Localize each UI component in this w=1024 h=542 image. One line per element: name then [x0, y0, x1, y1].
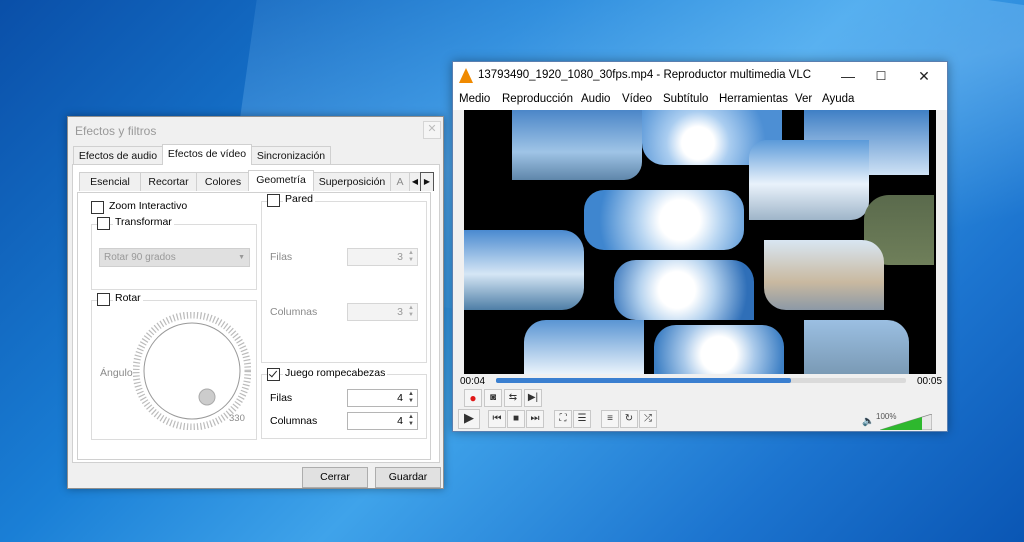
speaker-icon[interactable]: 🔈 [862, 416, 874, 427]
loop-icon[interactable]: ↻ [620, 410, 638, 428]
wall-rows-label: Filas [270, 251, 293, 263]
puzzle-rows-label: Filas [270, 392, 293, 404]
subtab-crop[interactable]: Recortar [140, 172, 197, 191]
stepper-arrows-icon[interactable]: ▲ ▼ [406, 250, 416, 264]
wall-rows-value: 3 [397, 251, 403, 263]
seek-progress [496, 378, 792, 383]
close-icon[interactable]: ✕ [909, 67, 939, 85]
transform-checkbox[interactable] [97, 217, 110, 230]
subtab-colors[interactable]: Colores [196, 172, 250, 191]
transform-combo[interactable]: Rotar 90 grados ▼ [99, 248, 250, 267]
puzzle-cols-label: Columnas [270, 415, 318, 427]
tab-synchronization[interactable]: Sincronización [251, 146, 331, 165]
subtab-more[interactable]: A [390, 172, 410, 191]
puzzle-piece [764, 240, 884, 310]
frame-step-icon[interactable]: ▶| [524, 389, 542, 407]
puzzle-checkbox[interactable] [267, 368, 280, 381]
angle-label: Ángulo [100, 367, 133, 379]
puzzle-cols-value: 4 [397, 415, 403, 427]
puzzle-piece [524, 320, 644, 374]
zoom-checkbox[interactable] [91, 201, 104, 214]
loop-ab-icon[interactable]: ⇆ [504, 389, 522, 407]
minimize-icon[interactable]: — [833, 67, 863, 85]
puzzle-piece [804, 320, 909, 374]
transform-label: Transformar [113, 216, 174, 228]
angle-value: 330 [229, 413, 245, 424]
menu-audio[interactable]: Audio [581, 93, 610, 105]
rotate-label: Rotar [113, 292, 143, 304]
rotate-checkbox[interactable] [97, 293, 110, 306]
previous-icon[interactable]: ⏮ [488, 410, 506, 428]
stepper-arrows-icon[interactable]: ▲ ▼ [406, 305, 416, 319]
record-icon[interactable]: ● [464, 389, 482, 407]
time-total: 00:05 [917, 376, 943, 387]
puzzle-piece [512, 110, 642, 180]
menu-view[interactable]: Ver [795, 93, 812, 105]
wall-cols-stepper[interactable]: 3 ▲ ▼ [347, 303, 418, 321]
geometry-page: Zoom Interactivo Transformar Rotar 90 gr… [77, 192, 431, 460]
subtab-geometry[interactable]: Geometría [248, 170, 314, 191]
menu-media[interactable]: Medio [459, 93, 490, 105]
playlist-icon[interactable]: ≡ [601, 410, 619, 428]
time-elapsed: 00:04 [460, 376, 486, 387]
shuffle-icon[interactable]: ⤮ [639, 410, 657, 428]
puzzle-piece [749, 140, 869, 220]
wall-group [261, 201, 427, 363]
volume-slider[interactable] [880, 414, 932, 430]
video-area[interactable] [464, 110, 936, 374]
wall-cols-label: Columnas [270, 306, 318, 318]
fullscreen-icon[interactable]: ⛶ [554, 410, 572, 428]
puzzle-piece [584, 190, 744, 250]
extended-settings-icon[interactable]: ☰ [573, 410, 591, 428]
seek-bar[interactable] [496, 378, 906, 383]
wall-cols-value: 3 [397, 306, 403, 318]
puzzle-cols-stepper[interactable]: 4 ▲ ▼ [347, 412, 418, 430]
menu-playback[interactable]: Reproducción [502, 93, 573, 105]
stepper-arrows-icon[interactable]: ▲ ▼ [406, 391, 416, 405]
tab-video-effects[interactable]: Efectos de vídeo [162, 144, 252, 165]
wall-label: Pared [283, 193, 316, 205]
vlc-cone-icon [459, 68, 473, 83]
title-bar: 13793490_1920_1080_30fps.mp4 - Reproduct… [453, 62, 947, 90]
snapshot-icon[interactable]: ◙ [484, 389, 502, 407]
dialog-close-icon[interactable]: ✕ [423, 121, 441, 139]
stepper-arrows-icon[interactable]: ▲ ▼ [406, 414, 416, 428]
stop-icon[interactable]: ■ [507, 410, 525, 428]
puzzle-piece [654, 325, 784, 374]
window-title: 13793490_1920_1080_30fps.mp4 - Reproduct… [478, 69, 812, 81]
effects-dialog: Efectos y filtros ✕ Efectos de audio Efe… [67, 116, 444, 489]
wall-rows-stepper[interactable]: 3 ▲ ▼ [347, 248, 418, 266]
puzzle-label: Juego rompecabezas [283, 367, 388, 379]
vlc-window: 13793490_1920_1080_30fps.mp4 - Reproduct… [452, 61, 948, 432]
maximize-icon[interactable]: ☐ [866, 67, 896, 85]
dial-knob[interactable] [198, 388, 216, 406]
menu-bar: Medio Reproducción Audio Vídeo Subtítulo… [453, 90, 947, 110]
menu-video[interactable]: Vídeo [622, 93, 652, 105]
menu-help[interactable]: Ayuda [822, 93, 854, 105]
puzzle-piece [464, 230, 584, 310]
save-button[interactable]: Guardar [375, 467, 441, 488]
menu-subtitle[interactable]: Subtítulo [663, 93, 708, 105]
video-effects-panel: Esencial Recortar Colores Geometría Supe… [72, 164, 440, 463]
tab-scroll-right-icon[interactable]: ▶ [420, 172, 434, 191]
close-button[interactable]: Cerrar [302, 467, 368, 488]
wall-checkbox[interactable] [267, 194, 280, 207]
subtab-essential[interactable]: Esencial [79, 172, 141, 191]
chevron-down-icon: ▼ [238, 254, 245, 261]
play-icon[interactable]: ▶ [458, 409, 480, 429]
subtab-overlay[interactable]: Superposición [313, 172, 391, 191]
next-icon[interactable]: ⏭ [526, 410, 544, 428]
puzzle-piece [614, 260, 754, 320]
transform-combo-value: Rotar 90 grados [104, 252, 176, 263]
puzzle-rows-stepper[interactable]: 4 ▲ ▼ [347, 389, 418, 407]
menu-tools[interactable]: Herramientas [719, 93, 788, 105]
dialog-title: Efectos y filtros [75, 124, 157, 138]
zoom-label: Zoom Interactivo [109, 200, 188, 212]
puzzle-rows-value: 4 [397, 392, 403, 404]
tab-audio-effects[interactable]: Efectos de audio [73, 146, 163, 165]
